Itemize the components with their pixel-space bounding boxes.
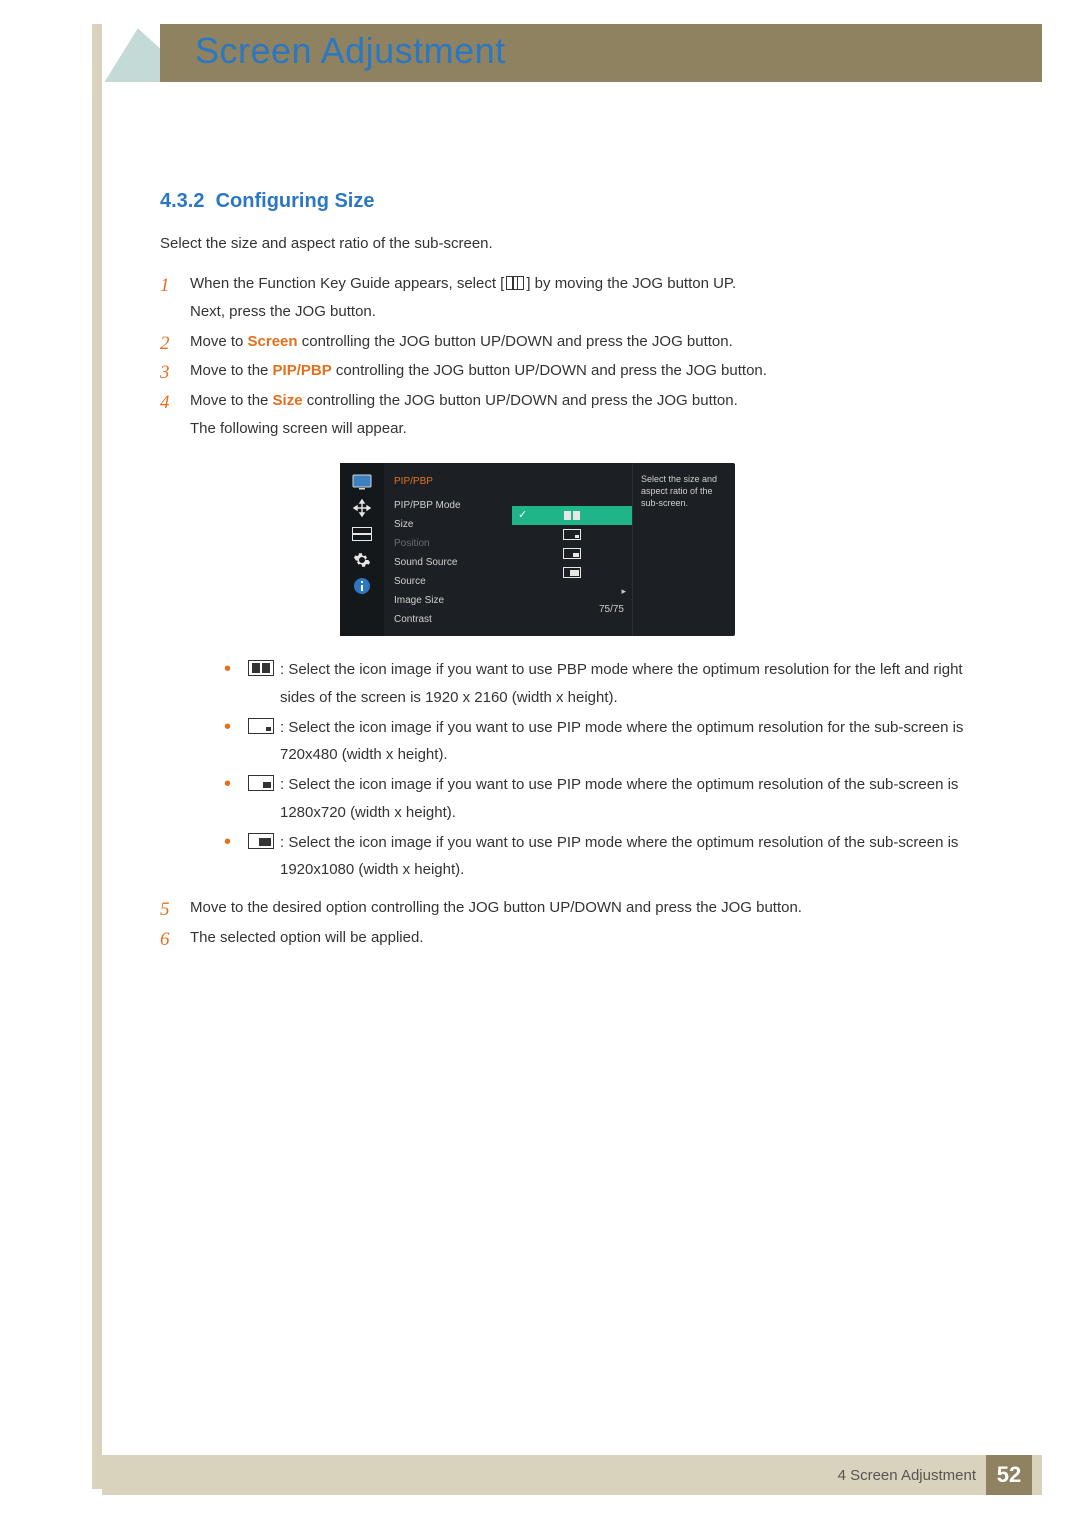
option-pip-small: : Select the icon image if you want to u… [220,714,1000,770]
step-text: Move to the [190,392,273,409]
osd-screenshot: PIP/PBP PIP/PBP Mode Size Position Sound… [340,463,735,637]
step-text: The selected option will be applied. [190,929,423,946]
menu-icon [506,276,524,290]
osd-val-size: ✓ [512,506,632,525]
osd-val-contrast: 75/75 [512,601,632,620]
arrow-right-icon: ▸ [621,583,626,600]
step-text: controlling the JOG button UP/DOWN and p… [298,333,733,350]
step-text: When the Function Key Guide appears, sel… [190,275,504,292]
section-title: Configuring Size [216,190,375,212]
osd-row-mode: PIP/PBP Mode [394,497,512,516]
option-pip-large: : Select the icon image if you want to u… [220,829,1000,885]
osd-val-imagesize: ▸ [512,582,632,601]
step-text: The following screen will appear. [190,420,407,437]
pip-large-glyph [563,567,581,578]
option-pip-medium: : Select the icon image if you want to u… [220,771,1000,827]
chapter-title: Screen Adjustment [195,30,506,72]
step-6: 6 The selected option will be applied. [160,924,1000,952]
pip-med-glyph [563,548,581,559]
keyword-pippbp: PIP/PBP [273,362,332,379]
footer-label: 4 Screen Adjustment [838,1467,976,1484]
section-heading: 4.3.2 Configuring Size [160,190,1000,213]
pip-icon [351,525,373,543]
osd-row-source: Source [394,573,512,592]
picture-icon [351,473,373,491]
option-text: : Select the icon image if you want to u… [280,661,963,706]
move-icon [351,499,373,517]
footer-text: 4 Screen Adjustment 52 [838,1455,1032,1495]
osd-row-size: Size [394,516,512,535]
osd-sidebar [340,463,384,637]
osd-row-contrast: Contrast [394,611,512,630]
osd-row-position: Position [394,535,512,554]
gear-icon [351,551,373,569]
size-options-list: : Select the icon image if you want to u… [220,656,1000,884]
content-area: 4.3.2 Configuring Size Select the size a… [160,190,1000,954]
step-text: Move to the desired option controlling t… [190,899,802,916]
step-number: 1 [160,268,170,303]
pbp-icon [248,660,274,676]
check-icon: ✓ [518,505,527,525]
pip-medium-icon [248,775,274,791]
page-number: 52 [986,1455,1032,1495]
step-text: ] by moving the JOG button UP. [526,275,736,292]
step-1: 1 When the Function Key Guide appears, s… [160,270,1000,326]
option-text: : Select the icon image if you want to u… [280,776,958,821]
osd-val-source [512,563,632,582]
osd-main: PIP/PBP PIP/PBP Mode Size Position Sound… [384,463,735,637]
osd-row-imagesize: Image Size [394,592,512,611]
step-text: Move to [190,333,248,350]
option-pbp: : Select the icon image if you want to u… [220,656,1000,712]
steps-list: 1 When the Function Key Guide appears, s… [160,270,1000,952]
step-number: 4 [160,385,170,420]
info-icon [351,577,373,595]
keyword-screen: Screen [248,333,298,350]
pip-small-icon [248,718,274,734]
osd-menu-title: PIP/PBP [394,469,512,498]
osd-val-sound [512,544,632,563]
option-text: : Select the icon image if you want to u… [280,834,958,879]
osd-aside: Select the size and aspect ratio of the … [632,463,735,637]
pbp-glyph [564,511,580,520]
pip-large-icon [248,833,274,849]
pip-small-glyph [563,529,581,540]
osd-menu-list: PIP/PBP PIP/PBP Mode Size Position Sound… [384,463,512,637]
step-5: 5 Move to the desired option controlling… [160,894,1000,922]
step-4: 4 Move to the Size controlling the JOG b… [160,387,1000,884]
step-2: 2 Move to Screen controlling the JOG but… [160,328,1000,356]
footer-band: 4 Screen Adjustment 52 [102,1455,1042,1495]
option-text: : Select the icon image if you want to u… [280,719,963,764]
step-3: 3 Move to the PIP/PBP controlling the JO… [160,357,1000,385]
section-intro: Select the size and aspect ratio of the … [160,235,1000,252]
keyword-size: Size [273,392,303,409]
step-text: controlling the JOG button UP/DOWN and p… [303,392,738,409]
step-text: controlling the JOG button UP/DOWN and p… [332,362,767,379]
section-number: 4.3.2 [160,190,204,212]
osd-row-sound: Sound Source [394,554,512,573]
osd-val-position [512,525,632,544]
osd-values: ✓ ▸ 75/75 [512,463,632,637]
step-text: Move to the [190,362,273,379]
step-number: 6 [160,922,170,957]
left-stripe [92,24,102,1489]
chapter-badge [102,0,160,82]
step-text: Next, press the JOG button. [190,303,376,320]
osd-val-mode [512,487,632,506]
